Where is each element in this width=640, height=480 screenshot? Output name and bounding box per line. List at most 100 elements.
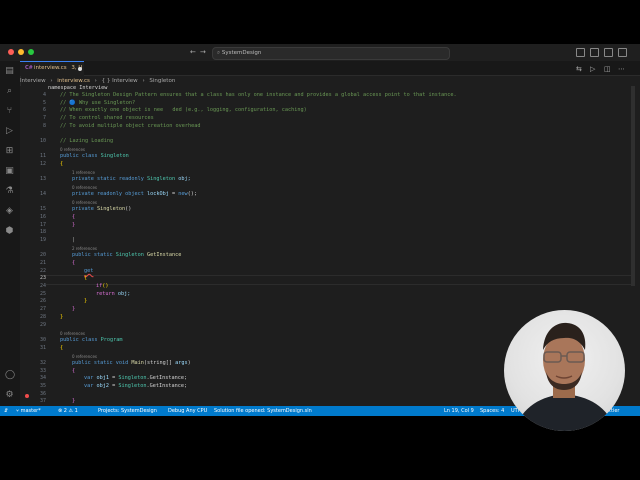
back-arrow-icon[interactable]: ← [190, 48, 196, 56]
close-window-button[interactable] [8, 49, 14, 55]
codelens-references[interactable]: 0 references [60, 331, 85, 336]
line-number: 22 [39, 268, 46, 274]
toggle-panel-icon[interactable] [604, 48, 613, 57]
text-cursor: | [72, 237, 76, 243]
code-line-28: } [60, 314, 64, 320]
projects-indicator[interactable]: Projects: SystemDesign [98, 408, 157, 414]
tab-interview-cs[interactable]: C# interview.cs 3, U [20, 61, 84, 76]
code-line-25: return obj; [96, 291, 131, 297]
line-number: 20 [39, 252, 46, 258]
solution-explorer-icon[interactable]: ▣ [5, 167, 14, 176]
testing-icon[interactable]: ⚗ [5, 187, 14, 196]
breadcrumb-item[interactable]: Interview [20, 78, 46, 84]
code-line-4: // The Singleton Design Pattern ensures … [60, 92, 457, 98]
split-editor-icon[interactable]: ◫ [604, 65, 611, 73]
line-number: 27 [39, 306, 46, 312]
codelens-references[interactable]: 0 references [60, 147, 85, 152]
code-line-13: private static readonly Singleton obj; [72, 176, 191, 182]
line-number: 36 [39, 391, 46, 397]
codelens-references[interactable]: 2 references [72, 246, 97, 251]
line-number: 29 [39, 322, 46, 328]
search-icon[interactable]: ⌕ [5, 87, 14, 96]
code-line-14: private readonly object lockObj = new(); [72, 191, 197, 197]
copilot-icon[interactable] [576, 48, 585, 57]
line-number: 33 [39, 368, 46, 374]
error-indicator-icon [25, 394, 29, 398]
cursor-position[interactable]: Ln 19, Col 9 [444, 408, 474, 414]
line-number: 12 [39, 161, 46, 167]
code-line-17: } [72, 222, 76, 228]
code-line-24: if() [96, 283, 109, 289]
docker-icon[interactable]: ◈ [5, 207, 14, 216]
editor-scrollbar[interactable] [631, 86, 635, 286]
line-number: 24 [39, 283, 46, 289]
run-debug-icon[interactable]: ▷ [5, 127, 14, 136]
codelens-references[interactable]: 0 references [72, 185, 97, 190]
unsaved-dot-icon[interactable] [78, 67, 82, 71]
csharp-file-icon: C# [25, 65, 33, 71]
forward-arrow-icon[interactable]: → [200, 48, 206, 56]
code-line-23: { [84, 275, 88, 281]
minimize-window-button[interactable] [18, 49, 24, 55]
more-actions-icon[interactable]: ⋯ [618, 65, 625, 73]
search-icon: ⌕ [217, 50, 221, 56]
activity-bar: ▤ ⌕ ⑂ ▷ ⊞ ▣ ⚗ ◈ ⬢ ◯ ⚙ [0, 61, 21, 406]
code-line-27: } [72, 306, 76, 312]
tab-label: interview.cs [34, 65, 67, 71]
line-number: 13 [39, 176, 46, 182]
run-icon[interactable]: ▷ [590, 65, 595, 73]
line-number: 37 [39, 398, 46, 404]
breadcrumb-item[interactable]: interview.cs [57, 78, 90, 84]
line-number: 31 [39, 345, 46, 351]
compare-icon[interactable]: ⇆ [576, 65, 582, 73]
source-control-icon[interactable]: ⑂ [5, 107, 14, 116]
line-number: 25 [39, 291, 46, 297]
code-line-37: } [72, 398, 76, 404]
current-line-highlight [46, 275, 635, 285]
code-line-21: { [72, 260, 76, 266]
codelens-references[interactable]: 1 reference [72, 170, 95, 175]
customize-layout-icon[interactable] [618, 48, 627, 57]
remote-explorer-icon[interactable]: ⬢ [5, 227, 14, 236]
build-config-indicator[interactable]: Debug Any CPU [168, 408, 207, 414]
breadcrumb-sep: › [94, 78, 97, 84]
code-line-11: public class Singleton [60, 153, 129, 159]
toggle-primary-sidebar-icon[interactable] [590, 48, 599, 57]
branch-indicator[interactable]: ⑂ master* [16, 408, 41, 414]
zoom-window-button[interactable] [28, 49, 34, 55]
breadcrumb-item[interactable]: { } Interview [102, 78, 138, 84]
code-line-32: public static void Main(string[] args) [72, 360, 191, 366]
webcam-overlay [504, 310, 625, 431]
line-number: 35 [39, 383, 46, 389]
command-center-search[interactable]: ⌕ SystemDesign [212, 47, 450, 60]
extensions-icon[interactable]: ⊞ [5, 147, 14, 156]
solution-status[interactable]: Solution file opened: SystemDesign.sln [214, 408, 312, 414]
code-line-8: // To avoid multiple object creation ove… [60, 123, 201, 129]
remote-icon[interactable]: ⇵ [4, 408, 8, 414]
codelens-references[interactable]: 0 references [72, 354, 97, 359]
line-number: 15 [39, 206, 46, 212]
line-number: 8 [42, 123, 46, 129]
line-number: 21 [39, 260, 46, 266]
line-number: 10 [39, 138, 46, 144]
manage-gear-icon[interactable]: ⚙ [5, 391, 14, 400]
line-number: 26 [39, 298, 46, 304]
line-number: 28 [39, 314, 46, 320]
codelens-references[interactable]: 0 references [72, 200, 97, 205]
command-center-label: SystemDesign [221, 50, 262, 56]
code-line-12: { [60, 161, 64, 167]
accounts-icon[interactable]: ◯ [5, 371, 15, 380]
mac-menu-bar [0, 0, 640, 18]
code-line-5: // 🔵 Why use Singleton? [60, 100, 136, 106]
indentation-indicator[interactable]: Spaces: 4 [480, 408, 504, 414]
line-number: 32 [39, 360, 46, 366]
line-number: 19 [39, 237, 46, 243]
problems-indicator[interactable]: ⊗ 2 ⚠ 1 [58, 408, 78, 414]
code-line-31: { [60, 345, 64, 351]
explorer-icon[interactable]: ▤ [5, 67, 14, 76]
editor-tab-bar: C# interview.cs 3, U ⇆ ▷ ◫ ⋯ [20, 61, 640, 76]
line-number: 16 [39, 214, 46, 220]
code-line-26: } [84, 298, 88, 304]
line-number: 4 [42, 92, 46, 98]
breadcrumb-item[interactable]: Singleton [149, 78, 175, 84]
